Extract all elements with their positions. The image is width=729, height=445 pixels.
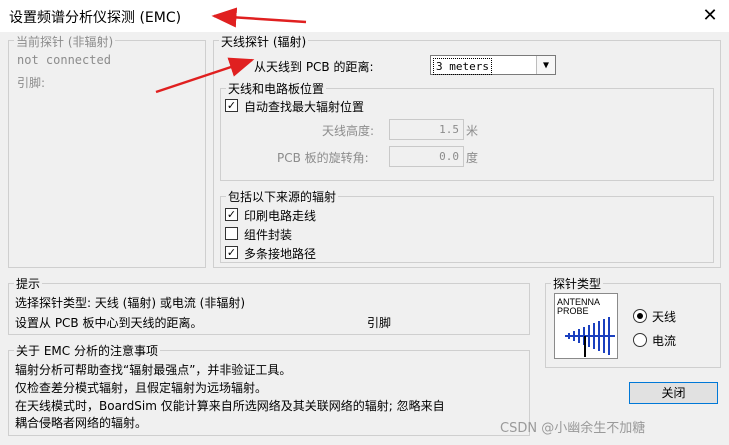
- annotation-arrows: [155, 7, 307, 94]
- annotation-arrow-distance: [155, 57, 255, 94]
- annotation-arrow-title: [211, 7, 307, 28]
